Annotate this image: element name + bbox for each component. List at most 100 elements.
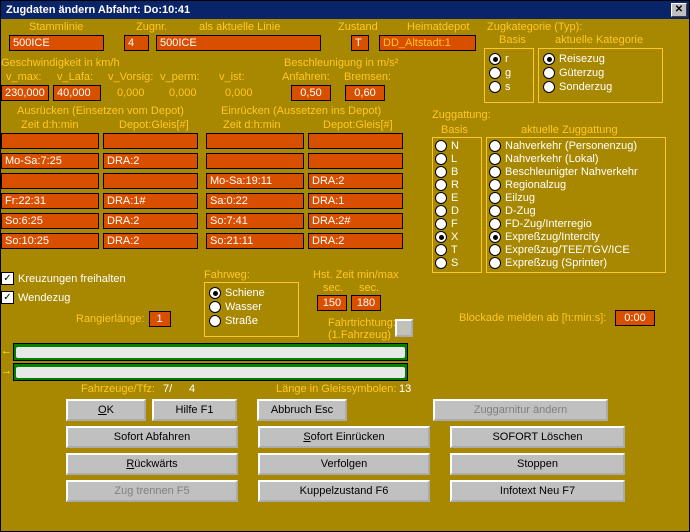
zg-basis-T-radio[interactable] bbox=[435, 244, 447, 256]
zg-aktuell-R-radio[interactable] bbox=[489, 179, 501, 191]
zugkat-label: Zugkategorie (Typ): bbox=[487, 21, 582, 33]
aus-depot-0[interactable] bbox=[103, 133, 198, 149]
ein-depot-2[interactable]: DRA:2 bbox=[308, 173, 403, 189]
aus-depot-4[interactable]: DRA:2 bbox=[103, 213, 198, 229]
hst-sec2: sec. bbox=[359, 282, 379, 294]
zg-basis-E-radio[interactable] bbox=[435, 192, 447, 204]
zg-basis-S-radio[interactable] bbox=[435, 257, 447, 269]
rueckwaerts-button[interactable]: Rückwärts bbox=[66, 453, 238, 475]
aus-depot-5[interactable]: DRA:2 bbox=[103, 233, 198, 249]
ein-zeit-1[interactable] bbox=[206, 153, 304, 169]
aus-zeit-5[interactable]: So:10:25 bbox=[1, 233, 99, 249]
zg-basis-B-radio[interactable] bbox=[435, 166, 447, 178]
hilfe-button[interactable]: Hilfe F1 bbox=[152, 399, 237, 421]
infotext-button[interactable]: Infotext Neu F7 bbox=[450, 480, 625, 502]
stoppen-button[interactable]: Stoppen bbox=[450, 453, 625, 475]
vlafa-input[interactable]: 40,000 bbox=[53, 85, 101, 101]
alslinie-input[interactable]: 500ICE bbox=[156, 35, 321, 51]
aus-zeit-3[interactable]: Fr:22:31 bbox=[1, 193, 99, 209]
sofort-einruecken-button[interactable]: Sofort Einrücken bbox=[258, 426, 430, 448]
window-title: Zugdaten ändern Abfahrt: Do:10:41 bbox=[3, 4, 190, 16]
ein-zeit-5[interactable]: So:21:11 bbox=[206, 233, 304, 249]
zg-aktuell-L-radio[interactable] bbox=[489, 153, 501, 165]
ein-depot-1[interactable] bbox=[308, 153, 403, 169]
rangier-input[interactable]: 1 bbox=[149, 311, 171, 327]
ein-zeit-2[interactable]: Mo-Sa:19:11 bbox=[206, 173, 304, 189]
zg-basis-F-radio[interactable] bbox=[435, 218, 447, 230]
gueter-radio[interactable] bbox=[543, 67, 555, 79]
ein-depot-3[interactable]: DRA:1 bbox=[308, 193, 403, 209]
zug-trennen-button[interactable]: Zug trennen F5 bbox=[66, 480, 238, 502]
hst-max-input[interactable]: 180 bbox=[351, 295, 381, 311]
zugnr-input[interactable]: 4 bbox=[124, 35, 149, 51]
ok-button[interactable]: OK bbox=[66, 399, 146, 421]
aktuell-label: aktuelle Kategorie bbox=[555, 34, 643, 46]
rangier-label: Rangierlänge: bbox=[76, 313, 145, 325]
fahrtrichtung-button[interactable]: ↓ bbox=[395, 319, 413, 337]
abbruch-button[interactable]: Abbruch Esc bbox=[257, 399, 347, 421]
stammlinie-input[interactable]: 500ICE bbox=[9, 35, 104, 51]
sofort-abfahren-button[interactable]: Sofort Abfahren bbox=[66, 426, 238, 448]
fahrzeuge-v1: 7/ bbox=[163, 383, 172, 395]
zg-aktuell-N-radio[interactable] bbox=[489, 140, 501, 152]
vist-value: 0,000 bbox=[225, 87, 253, 99]
ein-depot-0[interactable] bbox=[308, 133, 403, 149]
aus-zeit-4[interactable]: So:6:25 bbox=[1, 213, 99, 229]
zg-aktuell-B-radio[interactable] bbox=[489, 166, 501, 178]
zugnr-label: Zugnr. bbox=[136, 21, 167, 33]
zg-aktuell-F-radio[interactable] bbox=[489, 218, 501, 230]
zg-aktuell-X-radio[interactable] bbox=[489, 231, 501, 243]
schiene-radio[interactable] bbox=[209, 287, 221, 299]
aus-depot-1[interactable]: DRA:2 bbox=[103, 153, 198, 169]
zg-basis-X-radio[interactable] bbox=[435, 231, 447, 243]
hst-min-input[interactable]: 150 bbox=[317, 295, 347, 311]
sofort-loeschen-button[interactable]: SOFORT Löschen bbox=[450, 426, 625, 448]
zg-aktuell-E-radio[interactable] bbox=[489, 192, 501, 204]
aus-depot-2[interactable] bbox=[103, 173, 198, 189]
laenge-label: Länge in Gleissymbolen: bbox=[276, 383, 396, 395]
ein-zeit-4[interactable]: So:7:41 bbox=[206, 213, 304, 229]
vmax-input[interactable]: 230,000 bbox=[1, 85, 49, 101]
blockade-label: Blockade melden ab [h:min:s]: bbox=[459, 312, 606, 324]
zg-aktuell-D-radio[interactable] bbox=[489, 205, 501, 217]
kat-g-radio[interactable] bbox=[489, 67, 501, 79]
vmax-label: v_max: bbox=[6, 71, 41, 83]
aus-zeit-1[interactable]: Mo-Sa:7:25 bbox=[1, 153, 99, 169]
ein-depot-5[interactable]: DRA:2 bbox=[308, 233, 403, 249]
ein-zeit-0[interactable] bbox=[206, 133, 304, 149]
verfolgen-button[interactable]: Verfolgen bbox=[258, 453, 430, 475]
sonder-radio[interactable] bbox=[543, 81, 555, 93]
zustand-label: Zustand bbox=[338, 21, 378, 33]
ein-zeit-3[interactable]: Sa:0:22 bbox=[206, 193, 304, 209]
kat-r-radio[interactable] bbox=[489, 53, 501, 65]
zg-basis-D-radio[interactable] bbox=[435, 205, 447, 217]
aus-depot-3[interactable]: DRA:1# bbox=[103, 193, 198, 209]
aus-zeit-0[interactable] bbox=[1, 133, 99, 149]
fahrzeuge-label: Fahrzeuge/Tfz: bbox=[81, 383, 155, 395]
wendezug-checkbox[interactable]: ✓ bbox=[1, 291, 14, 304]
stammlinie-label: Stammlinie bbox=[29, 21, 83, 33]
zg-basis-R-radio[interactable] bbox=[435, 179, 447, 191]
aus-zeit-2[interactable] bbox=[1, 173, 99, 189]
vvorsig-label: v_Vorsig: bbox=[108, 71, 153, 83]
zg-aktuell-S-radio[interactable] bbox=[489, 257, 501, 269]
zuggattung-title: Zuggattung: bbox=[432, 109, 491, 121]
zuggarnitur-button[interactable]: Zuggarnitur ändern bbox=[433, 399, 608, 421]
heimat-input[interactable]: DD_Altstadt:1 bbox=[379, 35, 476, 51]
ein-depot-4[interactable]: DRA:2# bbox=[308, 213, 403, 229]
close-button[interactable]: ✕ bbox=[671, 3, 687, 17]
kreuzungen-checkbox[interactable]: ✓ bbox=[1, 272, 14, 285]
strasse-radio[interactable] bbox=[209, 315, 221, 327]
zustand-input[interactable]: T bbox=[351, 35, 369, 51]
kuppelzustand-button[interactable]: Kuppelzustand F6 bbox=[258, 480, 430, 502]
reise-radio[interactable] bbox=[543, 53, 555, 65]
anfahren-input[interactable]: 0,50 bbox=[291, 85, 331, 101]
blockade-input[interactable]: 0:00 bbox=[615, 310, 655, 326]
wasser-radio[interactable] bbox=[209, 301, 221, 313]
zg-aktuell-T-radio[interactable] bbox=[489, 244, 501, 256]
bremsen-input[interactable]: 0,60 bbox=[345, 85, 385, 101]
kat-s-radio[interactable] bbox=[489, 81, 501, 93]
zg-basis-N-radio[interactable] bbox=[435, 140, 447, 152]
einruecken-title: Einrücken (Aussetzen ins Depot) bbox=[221, 105, 381, 117]
zg-basis-L-radio[interactable] bbox=[435, 153, 447, 165]
